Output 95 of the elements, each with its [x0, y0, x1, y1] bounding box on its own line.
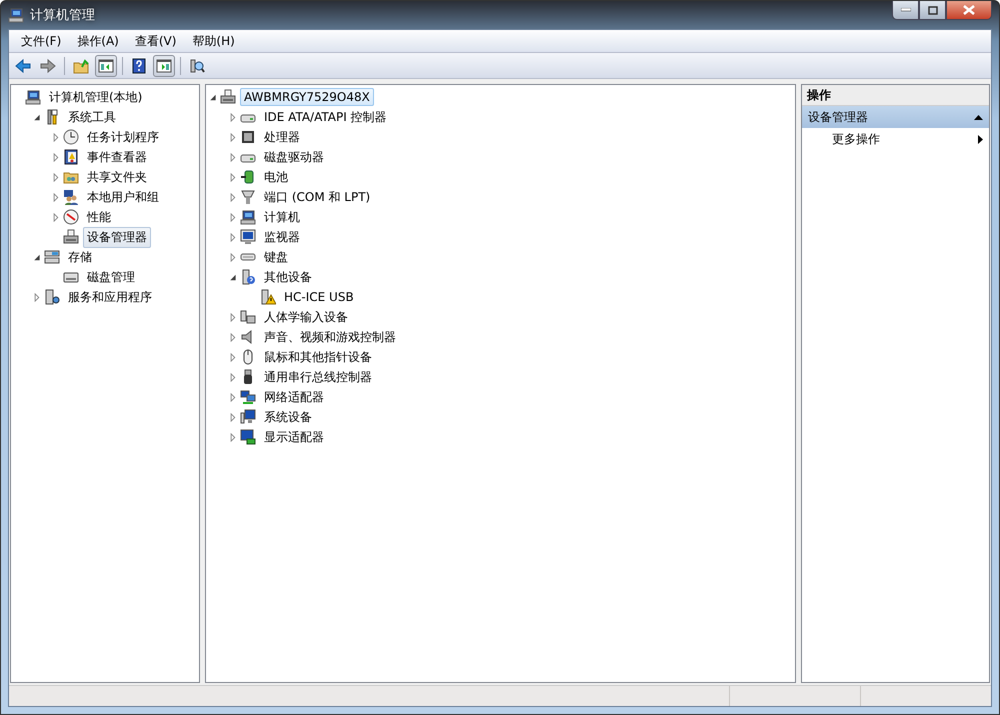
log-book-icon [63, 149, 79, 165]
monitor-icon [240, 229, 256, 245]
tree-item[interactable]: 系统设备 [260, 406, 316, 428]
expand-arrow[interactable] [228, 112, 237, 122]
printer-icon [63, 229, 79, 245]
tree-item[interactable]: 网络适配器 [260, 386, 328, 408]
expand-arrow[interactable] [228, 212, 237, 222]
expand-arrow[interactable] [228, 332, 237, 342]
tree-item[interactable]: 本地用户和组 [83, 186, 163, 208]
window-title: 计算机管理 [30, 7, 95, 24]
collapse-arrow[interactable] [228, 272, 237, 282]
section-title: 设备管理器 [808, 108, 868, 126]
input-device-icon [240, 309, 256, 325]
expand-arrow[interactable] [228, 252, 237, 262]
computer-icon [240, 209, 256, 225]
expand-arrow[interactable] [228, 132, 237, 142]
expand-arrow[interactable] [228, 172, 237, 182]
chip-icon [240, 129, 256, 145]
tree-item[interactable]: IDE ATA/ATAPI 控制器 [260, 106, 391, 128]
warning-device-icon [260, 289, 276, 305]
show-action-pane-button[interactable] [153, 54, 175, 76]
action-label: 更多操作 [832, 130, 880, 148]
tree-item[interactable]: 设备管理器 [83, 226, 151, 248]
expand-arrow[interactable] [51, 192, 60, 202]
tree-item[interactable]: 电池 [260, 166, 292, 188]
menu-item[interactable]: 操作(A) [69, 30, 127, 52]
tree-item[interactable]: 任务计划程序 [83, 126, 163, 148]
expand-arrow[interactable] [228, 152, 237, 162]
show-tree-button[interactable] [95, 54, 117, 76]
tree-item[interactable]: 共享文件夹 [83, 166, 151, 188]
tree-item[interactable]: 存储 [64, 246, 96, 268]
menu-item[interactable]: 文件(F) [13, 30, 70, 52]
actions-section-header[interactable]: 设备管理器 [802, 106, 989, 128]
network-icon [240, 389, 256, 405]
expand-arrow[interactable] [51, 212, 60, 222]
collapse-arrow[interactable] [974, 114, 983, 120]
tree-item[interactable]: 端口 (COM 和 LPT) [260, 186, 374, 208]
expand-arrow[interactable] [51, 132, 60, 142]
collapse-arrow[interactable] [32, 112, 41, 122]
tree-item[interactable]: 显示适配器 [260, 426, 328, 448]
computer-icon [240, 409, 256, 425]
tree-item[interactable]: AWBMRGY7529O48X [240, 88, 374, 106]
tree-item[interactable]: 人体学输入设备 [260, 306, 352, 328]
tree-item[interactable]: 性能 [83, 206, 115, 228]
display-adapter-icon [240, 429, 256, 445]
gauge-icon [63, 209, 79, 225]
users-icon [63, 189, 79, 205]
tree-item[interactable]: 服务和应用程序 [64, 286, 156, 308]
tree-item[interactable]: HC-ICE USB [280, 288, 358, 306]
expand-arrow[interactable] [228, 432, 237, 442]
submenu-arrow-icon [978, 134, 983, 144]
tree-item[interactable]: 系统工具 [64, 106, 120, 128]
server-gear-icon [44, 289, 60, 305]
printer-icon [220, 89, 236, 105]
question-device-icon [240, 269, 256, 285]
storage-icon [44, 249, 60, 265]
menu-item[interactable]: 帮助(H) [184, 30, 243, 52]
computer-icon [8, 7, 24, 23]
tree-item[interactable]: 事件查看器 [83, 146, 151, 168]
maximize-button[interactable] [919, 1, 946, 20]
actions-header: 操作 [802, 85, 989, 106]
minimize-icon [900, 8, 910, 12]
expand-arrow[interactable] [228, 412, 237, 422]
tree-item[interactable]: 键盘 [260, 246, 292, 268]
tree-item[interactable]: 其他设备 [260, 266, 316, 288]
computer-icon [25, 89, 41, 105]
collapse-arrow[interactable] [32, 252, 41, 262]
expand-arrow[interactable] [51, 152, 60, 162]
expand-arrow[interactable] [228, 392, 237, 402]
collapse-arrow[interactable] [208, 92, 217, 102]
menu-item[interactable]: 查看(V) [126, 30, 184, 52]
expand-arrow[interactable] [32, 292, 41, 302]
tree-item[interactable]: 通用串行总线控制器 [260, 366, 376, 388]
clock-icon [63, 129, 79, 145]
expand-arrow[interactable] [228, 192, 237, 202]
tree-item[interactable]: 计算机 [260, 206, 304, 228]
close-icon [963, 5, 975, 15]
tree-item[interactable]: 鼠标和其他指针设备 [260, 346, 376, 368]
close-button[interactable] [946, 1, 992, 20]
action-item[interactable]: 更多操作 [802, 128, 989, 150]
tree-item[interactable]: 监视器 [260, 226, 304, 248]
tree-item[interactable]: 磁盘驱动器 [260, 146, 328, 168]
port-connector-icon [240, 189, 256, 205]
battery-plug-icon [240, 169, 256, 185]
tree-item[interactable]: 处理器 [260, 126, 304, 148]
expand-arrow[interactable] [51, 172, 60, 182]
tree-item[interactable]: 计算机管理(本地) [45, 86, 146, 108]
tree-item[interactable]: 磁盘管理 [83, 266, 139, 288]
tree-item[interactable]: 声音、视频和游戏控制器 [260, 326, 400, 348]
expand-arrow[interactable] [228, 372, 237, 382]
minimize-button[interactable] [892, 1, 919, 20]
expand-arrow[interactable] [228, 312, 237, 322]
maximize-icon [928, 6, 938, 14]
expand-arrow[interactable] [228, 352, 237, 362]
expand-arrow[interactable] [228, 232, 237, 242]
